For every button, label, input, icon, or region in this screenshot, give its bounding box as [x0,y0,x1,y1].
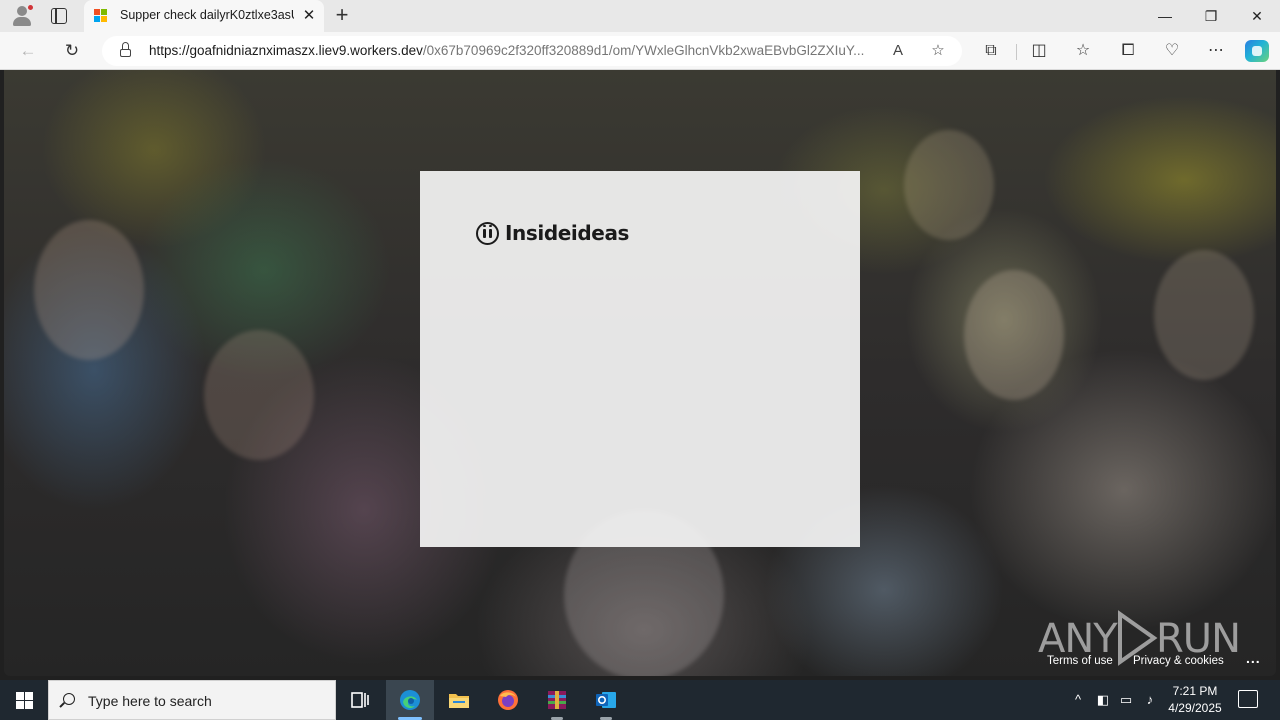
background-photo-detail [964,270,1064,400]
tab-strip: Supper check dailyrK0ztlxe3asUv ✕ + — ❐ … [0,0,1280,32]
terms-of-use-link[interactable]: Terms of use [1047,655,1113,667]
search-icon [63,693,75,705]
more-options-button[interactable]: ... [1246,650,1261,666]
insideideas-logo-icon [476,221,499,245]
network-icon[interactable]: ▭ [1117,690,1135,710]
read-aloud-icon[interactable]: A [888,41,908,61]
search-placeholder: Type here to search [88,693,212,709]
taskbar: Type here to search ^ ◧ ▭ ♪ 7:21 PM 4/29… [0,680,1280,720]
taskbar-search-box[interactable]: Type here to search [48,680,336,720]
browser-essentials-icon[interactable]: ♡ [1161,40,1183,62]
profile-avatar-icon[interactable] [10,4,34,28]
notification-center-icon[interactable] [1238,690,1258,708]
collections-icon[interactable]: ⧠ [1117,40,1139,62]
windows-start-icon[interactable] [0,680,48,720]
brand-logo: Insideideas [476,221,629,245]
background-photo-detail [1154,250,1254,380]
favorites-icon[interactable]: ☆ [1072,40,1094,62]
sign-in-card: Insideideas [420,171,860,547]
tab-actions-icon[interactable] [51,8,67,24]
url-text[interactable]: https://goafnidniaznximaszx.liev9.worker… [149,43,879,59]
background-photo-detail [34,220,144,360]
copilot-icon[interactable] [1245,40,1269,62]
tab-active[interactable]: Supper check dailyrK0ztlxe3asUv ✕ [84,0,324,32]
firefox-icon[interactable] [484,680,532,720]
navigation-toolbar: ← ↻ https://goafnidniaznximaszx.liev9.wo… [0,32,1280,70]
minimize-button[interactable]: — [1142,0,1188,32]
background-photo-detail [204,330,314,460]
system-clock[interactable]: 7:21 PM 4/29/2025 [1160,683,1230,717]
close-window-button[interactable]: ✕ [1234,0,1280,32]
split-screen-icon[interactable]: ◫ [1028,40,1050,62]
refresh-icon[interactable]: ↻ [61,40,83,62]
privacy-cookies-link[interactable]: Privacy & cookies [1133,655,1224,667]
brand-name: Insideideas [505,221,630,245]
tray-overflow-chevron-icon[interactable]: ^ [1069,690,1087,710]
task-view-icon[interactable] [336,680,384,720]
winrar-icon[interactable] [533,680,581,720]
webpage-content: Insideideas ANY RUN Terms of use Privacy… [4,70,1276,676]
volume-icon[interactable]: ♪ [1141,690,1159,710]
back-arrow-icon[interactable]: ← [17,40,39,62]
outlook-icon[interactable] [582,680,630,720]
toolbar-divider [1016,44,1017,60]
tray-app-icon[interactable]: ◧ [1094,690,1112,710]
favorite-star-icon[interactable]: ☆ [928,41,948,61]
microsoft-logo-icon [94,9,108,23]
lock-icon[interactable] [120,42,131,57]
tab-title: Supper check dailyrK0ztlxe3asUv [120,8,294,22]
new-tab-button[interactable]: + [330,4,354,28]
address-bar[interactable]: https://goafnidniaznximaszx.liev9.worker… [102,36,962,66]
background-photo-detail [904,130,994,240]
edge-browser-icon[interactable] [386,680,434,720]
file-explorer-icon[interactable] [435,680,483,720]
restore-button[interactable]: ❐ [1188,0,1234,32]
settings-more-icon[interactable]: ⋯ [1205,40,1227,62]
extensions-puzzle-icon[interactable]: ⧉ [980,40,1002,62]
tab-close-icon[interactable]: ✕ [300,7,318,25]
clock-date: 4/29/2025 [1168,701,1222,715]
clock-time: 7:21 PM [1172,684,1218,698]
